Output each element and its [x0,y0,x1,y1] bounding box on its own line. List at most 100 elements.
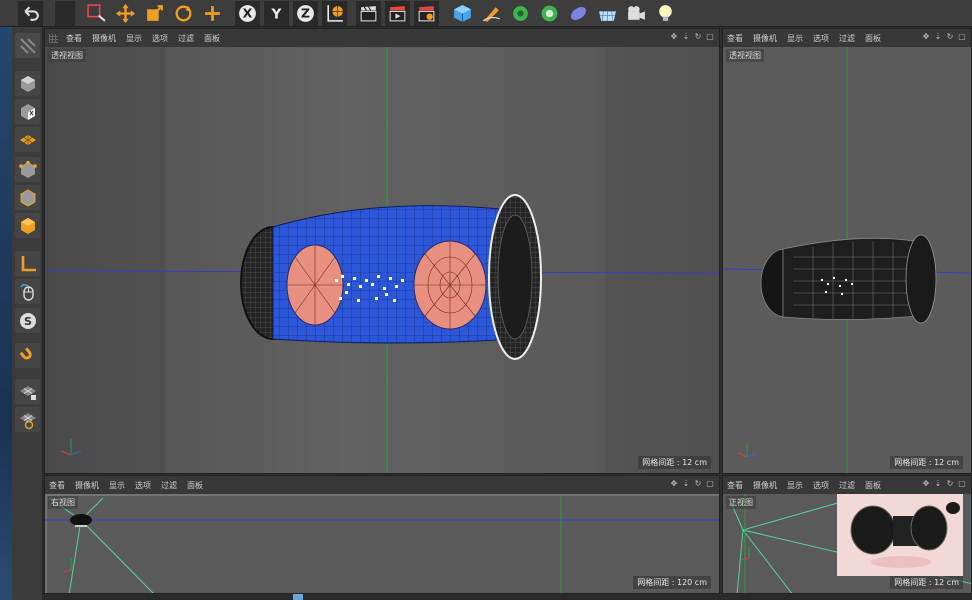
pan-icon[interactable]: ✥ [669,32,679,42]
snap-button[interactable] [15,343,40,368]
right-viewport[interactable]: 查看 摄像机 显示 选项 过滤 面板 ✥ ⇣ ↻ ▢ 右视图 网格间距: 12… [44,475,720,594]
viewport-title: 透视视图 [726,49,764,62]
dolly-icon[interactable]: ⇣ [933,32,943,42]
workplane-lock-button[interactable] [15,379,40,404]
deformer-icon [570,7,587,20]
menu-view[interactable]: 查看 [49,480,65,491]
maximize-icon[interactable]: ▢ [705,479,715,489]
menu-display[interactable]: 显示 [787,480,803,491]
move-button[interactable] [113,1,138,26]
menu-options[interactable]: 选项 [135,480,151,491]
floor-button[interactable] [595,1,620,26]
orbit-icon[interactable]: ↻ [945,32,955,42]
menu-view[interactable]: 查看 [727,33,743,44]
menu-camera[interactable]: 摄像机 [92,33,116,44]
add-move-button[interactable] [200,1,225,26]
points-mode-button[interactable] [15,157,40,182]
render-view-button[interactable] [356,1,381,26]
menu-options[interactable]: 选项 [152,33,168,44]
render-picture-button[interactable] [385,1,410,26]
menu-camera[interactable]: 摄像机 [753,480,777,491]
menu-filter[interactable]: 过滤 [839,33,855,44]
dolly-icon[interactable]: ⇣ [681,32,691,42]
axis-mode-button[interactable] [15,251,40,276]
pan-icon[interactable]: ✥ [921,479,931,489]
scale-button[interactable] [142,1,167,26]
timeline-marker[interactable] [293,594,303,600]
subdivision-button[interactable] [508,1,533,26]
menu-camera[interactable]: 摄像机 [753,33,777,44]
svg-text:X: X [243,6,253,21]
separator-slot [55,1,75,26]
solo-s-icon: S [19,312,36,329]
timeline-strip[interactable] [43,594,972,600]
front-viewport[interactable]: 查看 摄像机 显示 选项 过滤 面板 ✥ ⇣ ↻ ▢ 正视图 网格间距: 12… [722,475,972,594]
scene-3d [45,47,719,473]
tweak-mode-button[interactable] [15,279,40,304]
pan-icon[interactable]: ✥ [921,32,931,42]
capsule-robot-wireframe[interactable] [760,234,937,324]
pen-spline-button[interactable] [479,1,504,26]
menu-filter[interactable]: 过滤 [178,33,194,44]
viewport-canvas[interactable] [45,494,719,593]
menu-filter[interactable]: 过滤 [161,480,177,491]
edges-mode-button[interactable] [15,185,40,210]
viewport-canvas[interactable] [45,47,719,473]
live-select-button[interactable] [84,1,109,26]
menu-options[interactable]: 选项 [813,480,829,491]
scene-right-view [45,494,719,593]
orbit-icon[interactable]: ↻ [693,479,703,489]
menu-display[interactable]: 显示 [787,33,803,44]
maximize-icon[interactable]: ▢ [957,479,967,489]
main-toolbar: X Y Z [0,0,972,27]
workplane-mode-button[interactable] [15,127,40,152]
orbit-icon[interactable]: ↻ [945,479,955,489]
perspective-viewport-side[interactable]: 查看 摄像机 显示 选项 过滤 面板 ✥ ⇣ ↻ ▢ 透视视图 网格间距: 1… [722,28,972,474]
menu-display[interactable]: 显示 [109,480,125,491]
polygons-mode-button[interactable] [15,213,40,238]
model-mode-button[interactable] [15,71,40,96]
undo-button[interactable] [18,1,43,26]
render-settings-button[interactable] [414,1,439,26]
menu-panel[interactable]: 面板 [187,480,203,491]
dolly-icon[interactable]: ⇣ [933,479,943,489]
texture-mode-button[interactable] [15,99,40,124]
texture-cube-icon [20,103,35,120]
menu-panel[interactable]: 面板 [204,33,220,44]
perspective-viewport-main[interactable]: 查看 摄像机 显示 选项 过滤 面板 ✥ ⇣ ↻ ▢ 透视视图 网格间距: 1… [44,28,720,474]
menu-panel[interactable]: 面板 [865,33,881,44]
camera-button[interactable] [624,1,649,26]
polygons-cube-icon [20,217,35,234]
workplane-align-button[interactable] [15,407,40,432]
array-button[interactable] [537,1,562,26]
menu-camera[interactable]: 摄像机 [75,480,99,491]
menu-view[interactable]: 查看 [727,480,743,491]
menu-display[interactable]: 显示 [126,33,142,44]
model-silhouette[interactable] [70,514,92,526]
x-axis-lock-button[interactable]: X [235,1,260,26]
dolly-icon[interactable]: ⇣ [681,479,691,489]
menu-panel[interactable]: 面板 [865,480,881,491]
maximize-icon[interactable]: ▢ [705,32,715,42]
viewport-canvas[interactable] [723,47,971,473]
maximize-icon[interactable]: ▢ [957,32,967,42]
orbit-icon[interactable]: ↻ [693,32,703,42]
grid-spacing-label: 网格间距 : 12 cm [890,456,963,469]
rotate-button[interactable] [171,1,196,26]
light-button[interactable] [653,1,678,26]
make-editable-button[interactable] [15,33,40,58]
menu-filter[interactable]: 过滤 [839,480,855,491]
checker-icon [19,37,36,54]
cube-primitive-button[interactable] [450,1,475,26]
menu-options[interactable]: 选项 [813,33,829,44]
clapper-icon [360,6,377,22]
deformer-button[interactable] [566,1,591,26]
solo-mode-button[interactable]: S [15,308,40,333]
z-axis-lock-button[interactable]: Z [293,1,318,26]
y-axis-lock-button[interactable]: Y [264,1,289,26]
reference-image-overlay[interactable] [837,494,963,576]
menu-view[interactable]: 查看 [66,33,82,44]
coordinate-system-button[interactable] [322,1,347,26]
pan-icon[interactable]: ✥ [669,479,679,489]
grid-align-icon [19,412,36,429]
